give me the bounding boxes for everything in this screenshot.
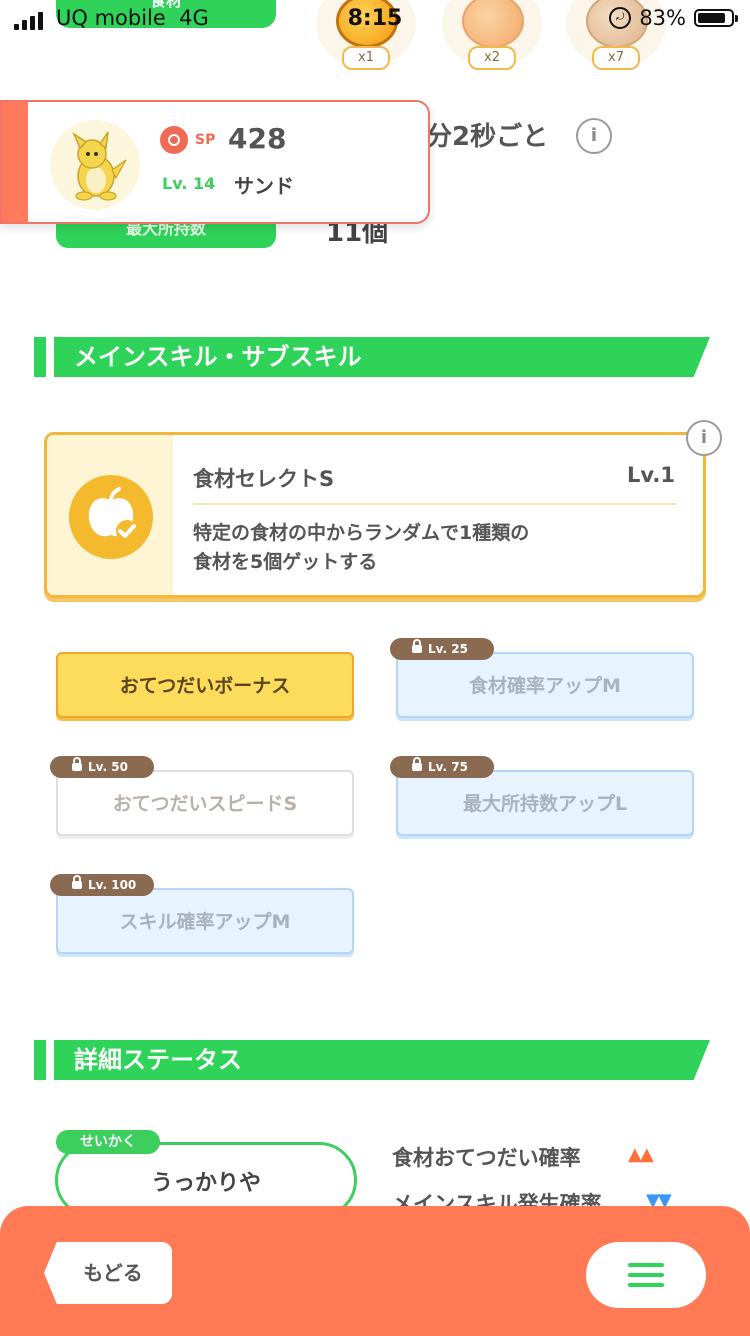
section-accent <box>34 1040 46 1080</box>
nature-tag: せいかく <box>56 1130 160 1154</box>
battery-icon <box>694 9 738 27</box>
apple-check-icon <box>69 475 153 559</box>
main-skill-description: 特定の食材の中からランダムで1種類の 食材を5個ゲットする <box>193 519 683 577</box>
up-arrows-icon: ▲▲ <box>628 1144 654 1165</box>
unlock-level-tag: Lv. 50 <box>50 756 154 778</box>
subskill-button[interactable]: スキル確率アップM <box>56 888 354 954</box>
subskill-button[interactable]: おてつだいボーナス <box>56 652 354 718</box>
subskill-button[interactable]: 最大所持数アップL <box>396 770 694 836</box>
lock-icon <box>412 639 422 653</box>
sandshrew-icon <box>72 131 127 201</box>
pokemon-name: サンド <box>234 174 294 198</box>
bottom-nav-bar: もどる <box>0 1206 750 1336</box>
section-title: 詳細ステータス <box>74 1046 242 1074</box>
main-skill-card[interactable]: 食材セレクトS Lv.1 特定の食材の中からランダムで1種類の 食材を5個ゲット… <box>44 432 706 598</box>
rotation-lock-icon: ⤾ <box>609 7 632 29</box>
ingredient-count: x2 <box>468 46 516 70</box>
pokemon-level: Lv. 14 <box>162 174 216 193</box>
skill-icon-panel <box>47 435 173 595</box>
lock-icon <box>412 757 422 771</box>
info-icon[interactable]: i <box>576 118 612 154</box>
lock-icon <box>72 875 82 889</box>
description-line: 食材を5個ゲットする <box>193 551 378 573</box>
nature-value: うっかりや <box>150 1171 261 1196</box>
unlock-level-tag: Lv. 25 <box>390 638 494 660</box>
back-button[interactable]: もどる <box>44 1242 172 1304</box>
divider <box>193 503 677 505</box>
sp-label: SP <box>195 132 216 148</box>
help-rate-text: 分2秒ごと <box>426 122 549 152</box>
sp-value: 428 <box>228 122 287 155</box>
subskill-button[interactable]: 食材確率アップM <box>396 652 694 718</box>
stat-label: 食材おてつだい確率 <box>392 1146 581 1170</box>
status-bar: UQ mobile 4G 8:15 ⤾ 83% <box>0 0 750 40</box>
main-skill-name: 食材セレクトS <box>193 467 335 491</box>
subskill-button[interactable]: おてつだいスピードS <box>56 770 354 836</box>
status-right: ⤾ 83% <box>609 6 738 30</box>
pokemon-card[interactable]: SP 428 Lv. 14 サンド <box>0 100 430 224</box>
ingredient-count: x1 <box>342 46 390 70</box>
lock-icon <box>72 757 82 771</box>
pokemon-avatar <box>50 120 140 210</box>
section-header-details: 詳細ステータス <box>34 1040 710 1080</box>
section-title: メインスキル・サブスキル <box>74 343 362 371</box>
card-accent-stripe <box>2 102 28 222</box>
section-accent <box>34 337 46 377</box>
unlock-level-tag: Lv. 100 <box>50 874 154 896</box>
section-header-skills: メインスキル・サブスキル <box>34 337 710 377</box>
unlock-level-tag: Lv. 75 <box>390 756 494 778</box>
ingredient-count: x7 <box>592 46 640 70</box>
main-skill-level: Lv.1 <box>627 463 675 487</box>
skill-info-icon[interactable]: i <box>686 420 722 456</box>
back-button-label: もどる <box>83 1261 143 1285</box>
description-line: 特定の食材の中からランダムで1種類の <box>193 522 530 544</box>
sp-icon <box>160 126 188 154</box>
battery-percent: 83% <box>639 6 686 30</box>
menu-button[interactable] <box>586 1242 706 1308</box>
